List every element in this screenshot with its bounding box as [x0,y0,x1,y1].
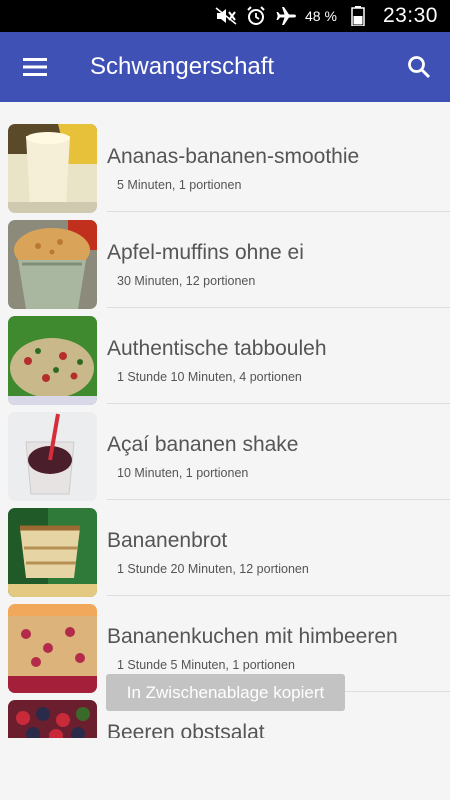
recipe-row[interactable]: Apfel-muffins ohne ei 30 Minuten, 12 por… [0,212,450,309]
recipe-name: Açaí bananen shake [107,433,299,456]
recipe-thumbnail [8,124,97,213]
recipe-texts: Açaí bananen shake 10 Minuten, 1 portion… [107,404,450,500]
battery-icon [347,6,369,26]
mute-icon [215,7,237,25]
alarm-icon [245,6,267,25]
recipe-texts: Bananenbrot 1 Stunde 20 Minuten, 12 port… [107,500,450,596]
toast-message: In Zwischenablage kopiert [106,674,345,711]
airplane-mode-icon [275,7,297,25]
recipe-name: Bananenkuchen mit himbeeren [107,625,398,648]
recipe-meta: 1 Stunde 10 Minuten, 4 portionen [117,370,302,384]
recipe-name: Apfel-muffins ohne ei [107,241,304,264]
recipe-name: Beeren obstsalat [107,721,265,738]
recipe-thumbnail [8,700,97,738]
recipe-meta: 10 Minuten, 1 portionen [117,466,249,480]
recipe-name: Authentische tabbouleh [107,337,327,360]
battery-percent: 48 % [305,8,337,24]
hamburger-menu-icon [23,58,47,76]
recipe-row[interactable]: Ananas-bananen-smoothie 5 Minuten, 1 por… [0,116,450,213]
recipe-thumbnail [8,316,97,405]
status-bar: 48 % 23:30 [0,0,450,32]
recipe-row[interactable]: Bananenbrot 1 Stunde 20 Minuten, 12 port… [0,500,450,597]
search-button[interactable] [388,32,450,102]
menu-button[interactable] [0,32,70,102]
recipe-thumbnail [8,604,97,693]
recipe-texts: Authentische tabbouleh 1 Stunde 10 Minut… [107,308,450,404]
recipe-row[interactable]: Authentische tabbouleh 1 Stunde 10 Minut… [0,308,450,405]
recipe-name: Ananas-bananen-smoothie [107,145,360,168]
app-bar: Schwangerschaft [0,32,450,102]
recipe-thumbnail [8,412,97,501]
recipe-meta: 30 Minuten, 12 portionen [117,274,256,288]
search-icon [408,56,431,79]
recipe-meta: 1 Stunde 5 Minuten, 1 portionen [117,658,295,672]
clock: 23:30 [382,4,438,27]
recipe-list[interactable]: Ananas-bananen-smoothie 5 Minuten, 1 por… [0,116,450,738]
recipe-name: Bananenbrot [107,529,228,552]
recipe-meta: 1 Stunde 20 Minuten, 12 portionen [117,562,309,576]
page-title: Schwangerschaft [90,53,275,80]
recipe-meta: 5 Minuten, 1 portionen [117,178,242,192]
recipe-row[interactable]: Açaí bananen shake 10 Minuten, 1 portion… [0,404,450,501]
recipe-thumbnail [8,220,97,309]
recipe-texts: Apfel-muffins ohne ei 30 Minuten, 12 por… [107,212,450,308]
recipe-thumbnail [8,508,97,597]
recipe-texts: Ananas-bananen-smoothie 5 Minuten, 1 por… [107,116,450,212]
